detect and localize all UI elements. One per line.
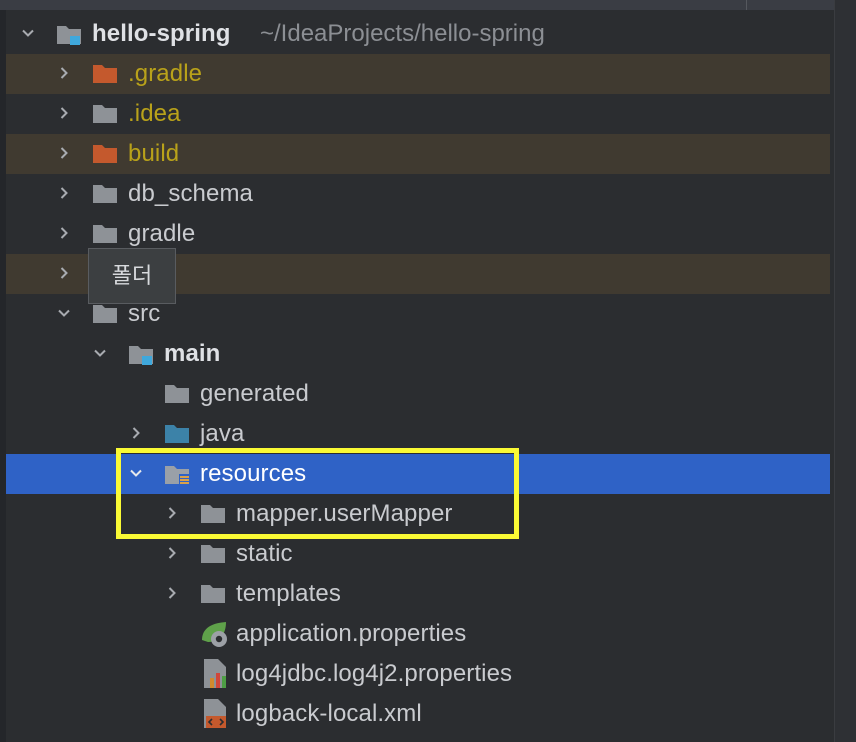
tree-item-idea[interactable]: .idea [6, 94, 830, 134]
tree-item-application-properties[interactable]: application.properties [6, 614, 830, 654]
folder-icon [200, 584, 226, 604]
chevron-right-icon[interactable] [166, 547, 178, 559]
chevron-down-icon[interactable] [94, 347, 106, 359]
folder-icon [92, 104, 118, 124]
tree-item-label: log4jdbc.log4j2.properties [236, 660, 513, 687]
folder-icon [92, 64, 118, 84]
module-folder-icon [56, 24, 82, 45]
folder-icon [92, 184, 118, 204]
chevron-right-icon[interactable] [58, 67, 70, 79]
chevron-right-icon[interactable] [58, 267, 70, 279]
tree-item-db-schema[interactable]: db_schema [6, 174, 830, 214]
chevron-right-icon[interactable] [58, 147, 70, 159]
tooltip: 폴더 [88, 248, 176, 304]
tree-root-hello-spring[interactable]: hello-spring ~/IdeaProjects/hello-spring [6, 14, 830, 54]
folder-icon [164, 384, 190, 404]
top-toolbar-edge [0, 0, 856, 10]
toolbar-separator [746, 0, 747, 10]
folder-icon [92, 144, 118, 164]
tree-item-label: java [200, 420, 245, 447]
tree-item-label: main [164, 340, 221, 367]
tree-item-label: static [236, 540, 293, 567]
chevron-down-icon[interactable] [22, 27, 34, 39]
tree-item-label: src [128, 300, 161, 327]
tree-item-log4jdbc-properties[interactable]: log4jdbc.log4j2.properties [6, 654, 830, 694]
chevron-right-icon[interactable] [130, 427, 142, 439]
chevron-right-icon[interactable] [58, 187, 70, 199]
tree-item-label: application.properties [236, 620, 467, 647]
tree-item-logback-xml[interactable]: logback-local.xml [6, 694, 830, 734]
folder-icon [200, 544, 226, 564]
tree-item-generated[interactable]: generated [6, 374, 830, 414]
tree-item-label: .gradle [128, 60, 203, 87]
vertical-scrollbar[interactable] [834, 0, 856, 742]
tree-item-label: .idea [128, 100, 181, 127]
module-folder-icon [128, 344, 154, 365]
chevron-right-icon[interactable] [166, 587, 178, 599]
tree-item-gradle-cache[interactable]: .gradle [6, 54, 830, 94]
tree-item-build[interactable]: build [6, 134, 830, 174]
source-folder-icon [164, 424, 190, 444]
chevron-right-icon[interactable] [58, 107, 70, 119]
tree-item-label: gradle [128, 220, 196, 247]
tree-item-label: build [128, 140, 180, 167]
spring-properties-file-icon [200, 620, 227, 647]
tree-item-label: generated [200, 380, 309, 407]
annotation-highlight-box [116, 448, 519, 539]
chevron-down-icon[interactable] [58, 307, 70, 319]
folder-icon [92, 304, 118, 324]
tree-item-main[interactable]: main [6, 334, 830, 374]
tree-item-label: db_schema [128, 180, 253, 207]
properties-file-icon [202, 658, 228, 688]
tree-item-templates[interactable]: templates [6, 574, 830, 614]
tree-item-label: logback-local.xml [236, 700, 422, 727]
project-name: hello-spring [92, 20, 231, 47]
chevron-right-icon[interactable] [58, 227, 70, 239]
project-path: ~/IdeaProjects/hello-spring [260, 20, 545, 47]
folder-icon [92, 224, 118, 244]
xml-file-icon [202, 698, 228, 728]
tree-item-static[interactable]: static [6, 534, 830, 574]
tree-item-label: templates [236, 580, 341, 607]
